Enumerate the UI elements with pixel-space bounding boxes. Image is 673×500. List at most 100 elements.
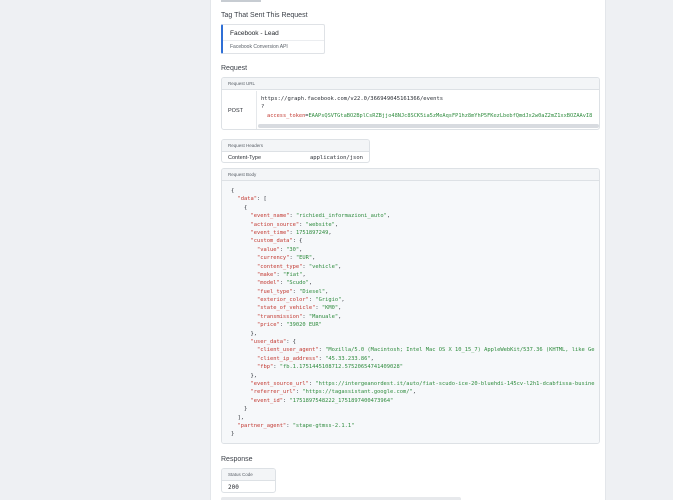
code-line: { — [231, 204, 599, 212]
json-value: "Mozilla/5.0 (Macintosh; Intel Mac OS X … — [325, 347, 595, 354]
code-line: }, — [231, 330, 599, 338]
json-value: "stape-gtmss-2.1.1" — [292, 422, 355, 429]
json-punct: , — [308, 280, 313, 287]
json-key: "custom_data" — [250, 238, 293, 245]
json-punct: { — [231, 204, 248, 211]
header-key: Content-Type — [228, 155, 262, 161]
json-key: "referrer_url" — [250, 389, 296, 396]
json-key: "user_data" — [250, 339, 287, 346]
json-value: "website" — [305, 221, 335, 228]
json-key: "client_ip_address" — [256, 355, 319, 362]
json-punct: , — [299, 246, 303, 253]
code-line: "exterior_color": "Grigio", — [231, 296, 599, 304]
json-punct — [231, 238, 250, 244]
json-punct — [231, 289, 257, 295]
json-punct — [231, 213, 250, 219]
json-punct — [231, 356, 257, 362]
json-value: "Grigio" — [315, 297, 342, 304]
query-mark: ? — [261, 104, 265, 110]
json-punct — [231, 389, 250, 395]
header-value: application/json — [310, 155, 363, 161]
json-punct: , — [338, 313, 342, 320]
json-punct: } — [231, 431, 235, 438]
json-key: "model" — [256, 280, 280, 287]
code-line: "make": "Fiat", — [231, 271, 599, 279]
json-key: "value" — [256, 246, 280, 253]
json-key: "fuel_type" — [256, 288, 293, 295]
tag-name: Facebook - Lead — [230, 30, 279, 37]
json-punct: , — [412, 389, 417, 396]
json-punct: , — [341, 297, 345, 304]
json-punct: , — [328, 229, 332, 236]
json-punct: , — [386, 213, 391, 220]
request-body-code[interactable]: { "data": [ { "event_name": "richiedi_in… — [222, 181, 599, 443]
json-punct: ], — [231, 414, 244, 421]
access-token-param[interactable]: access_token=EAAPsQSVTGtaBO2BplCsRZBjjo4… — [267, 113, 592, 119]
code-line: } — [231, 430, 599, 438]
json-key: "content_type" — [256, 263, 303, 270]
json-punct: : { — [286, 339, 296, 346]
json-value: "EUR" — [295, 255, 313, 262]
json-key: "currency" — [256, 255, 290, 262]
request-url-box: Request URL POST https://graph.facebook.… — [221, 77, 600, 130]
json-value: "vehicle" — [308, 263, 339, 270]
code-line: "fbp": "fb.1.1751445108712.5752065474140… — [231, 363, 599, 371]
json-key: "client_user_agent" — [256, 347, 319, 354]
json-punct: : [ — [256, 196, 267, 203]
request-headers-box: Request Headers Content-Type application… — [221, 139, 370, 163]
tag-type: Facebook Conversion API — [230, 44, 288, 50]
json-value: "Diesel" — [299, 288, 326, 295]
json-value: "https://intergeanordest.it/auto/fiat-sc… — [315, 380, 595, 387]
json-punct — [231, 339, 250, 345]
json-value: "richiedi_informazioni_auto" — [295, 213, 387, 220]
status-code-box: Status Code 200 — [221, 468, 276, 493]
json-punct — [231, 381, 250, 387]
json-key: "exterior_color" — [256, 297, 309, 304]
code-line: "partner_agent": "stape-gtmss-2.1.1" — [231, 422, 599, 430]
json-punct — [231, 264, 257, 270]
json-punct — [231, 314, 257, 320]
json-punct: }, — [231, 330, 257, 337]
code-line: "data": [ — [231, 195, 599, 203]
code-line: "action_source": "website", — [231, 221, 599, 229]
json-key: "data" — [237, 196, 257, 203]
json-key: "state_of_vehicle" — [256, 305, 316, 312]
json-punct: }, — [231, 372, 257, 379]
json-punct — [231, 398, 250, 404]
json-value: "https://tagassistant.google.com/" — [302, 389, 413, 396]
url-horizontal-scrollbar[interactable] — [258, 124, 599, 128]
status-code-header: Status Code — [222, 469, 275, 481]
json-punct — [231, 222, 250, 228]
code-line: "fuel_type": "Diesel", — [231, 288, 599, 296]
json-punct: , — [338, 263, 342, 270]
json-value: "1751897548222_1751897400473964" — [289, 397, 394, 404]
json-key: "partner_agent" — [237, 422, 287, 429]
request-headers-header: Request Headers — [222, 140, 369, 152]
code-line: { — [231, 187, 599, 195]
code-line: "client_user_agent": "Mozilla/5.0 (Macin… — [231, 346, 599, 354]
code-line: "value": "30", — [231, 246, 599, 254]
json-value: "Fiat" — [282, 271, 303, 278]
json-punct — [231, 247, 257, 253]
code-line: "price": "39020 EUR" — [231, 321, 599, 329]
code-line: "event_id": "1751897548222_1751897400473… — [231, 397, 599, 405]
code-line: ], — [231, 414, 599, 422]
token-key: access_token — [267, 113, 306, 119]
tag-section-label: Tag That Sent This Request — [221, 12, 308, 19]
code-line: "client_ip_address": "45.33.233.86", — [231, 355, 599, 363]
code-line: "event_source_url": "https://intergeanor… — [231, 380, 599, 388]
tag-card[interactable]: Facebook - Lead Facebook Conversion API — [221, 24, 325, 54]
json-value: "Manuale" — [308, 313, 339, 320]
json-value: "39020 EUR" — [286, 322, 322, 329]
request-url[interactable]: https://graph.facebook.com/v22.0/3669490… — [261, 96, 443, 102]
json-punct: } — [231, 406, 248, 413]
token-value: EAAPsQSVTGtaBO2BplCsRZBjjo48NJc8SCK5ia5z… — [308, 113, 593, 119]
code-line: "content_type": "vehicle", — [231, 263, 599, 271]
code-line: "custom_data": { — [231, 237, 599, 245]
json-value: "30" — [286, 246, 300, 253]
json-key: "price" — [256, 322, 280, 329]
json-punct — [231, 347, 257, 353]
json-key: "event_source_url" — [250, 380, 309, 387]
status-code-value: 200 — [228, 484, 239, 491]
url-column-divider — [256, 91, 257, 129]
